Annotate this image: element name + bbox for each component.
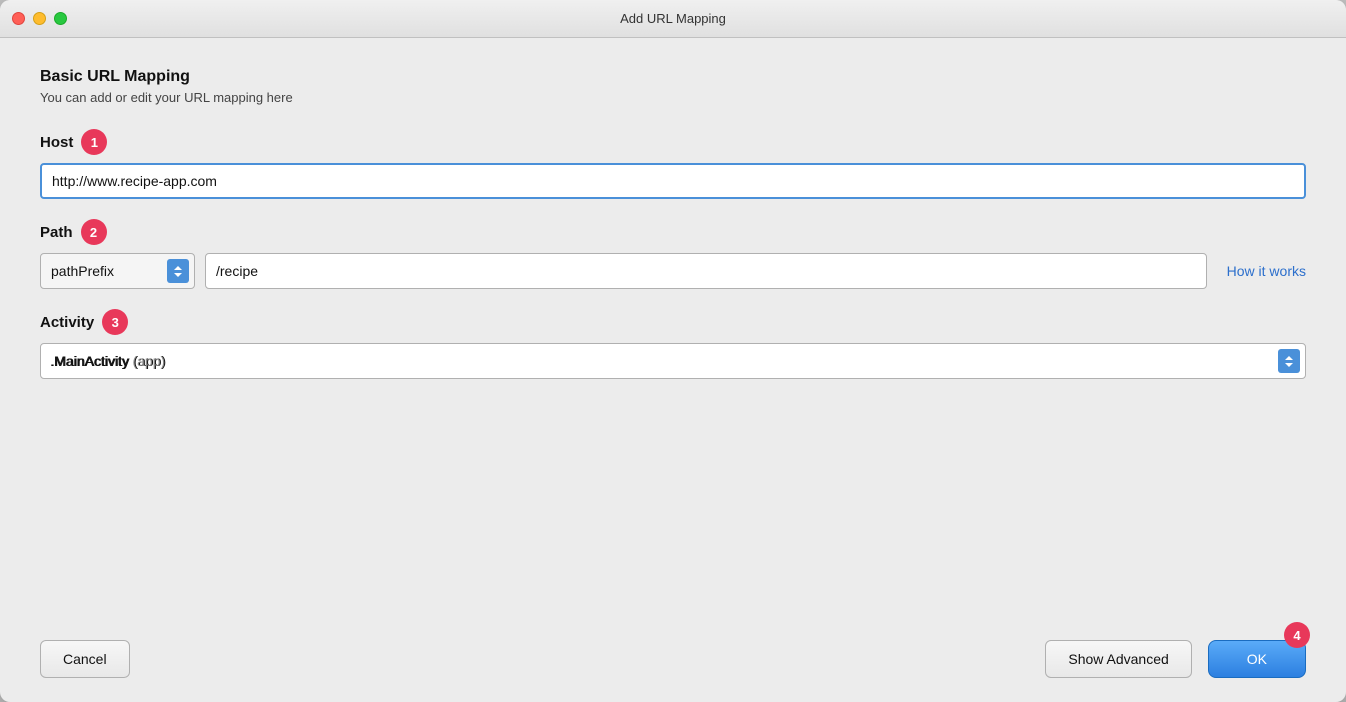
bottom-bar: Cancel Show Advanced 4 OK — [0, 624, 1346, 702]
path-step-badge: 2 — [81, 219, 107, 245]
app-window: Add URL Mapping Basic URL Mapping You ca… — [0, 0, 1346, 702]
minimize-button[interactable] — [33, 12, 46, 25]
how-it-works-link[interactable]: How it works — [1227, 263, 1306, 279]
activity-field-group: Activity 3 .MainActivity (app) .MainActi… — [40, 309, 1306, 379]
section-title: Basic URL Mapping — [40, 68, 1306, 86]
main-content: Basic URL Mapping You can add or edit yo… — [0, 38, 1346, 624]
path-label-row: Path 2 — [40, 219, 1306, 245]
path-row: pathPrefix pathLiteral pathPattern How i… — [40, 253, 1306, 289]
traffic-lights — [12, 12, 67, 25]
close-button[interactable] — [12, 12, 25, 25]
path-label: Path — [40, 224, 73, 241]
path-type-select-wrapper: pathPrefix pathLiteral pathPattern — [40, 253, 195, 289]
spacer — [40, 399, 1306, 604]
activity-label-row: Activity 3 — [40, 309, 1306, 335]
activity-label: Activity — [40, 314, 94, 331]
path-type-select[interactable]: pathPrefix pathLiteral pathPattern — [40, 253, 195, 289]
right-buttons: Show Advanced 4 OK — [1045, 640, 1306, 678]
maximize-button[interactable] — [54, 12, 67, 25]
path-input[interactable] — [205, 253, 1207, 289]
path-field-group: Path 2 pathPrefix pathLiteral pathPatter… — [40, 219, 1306, 289]
host-label: Host — [40, 134, 73, 151]
ok-step-badge: 4 — [1284, 622, 1310, 648]
title-bar: Add URL Mapping — [0, 0, 1346, 38]
host-step-badge: 1 — [81, 129, 107, 155]
host-label-row: Host 1 — [40, 129, 1306, 155]
activity-select[interactable]: .MainActivity (app) — [40, 343, 1306, 379]
activity-select-wrapper: .MainActivity (app) .MainActivity (app) — [40, 343, 1306, 379]
ok-button-wrapper: 4 OK — [1208, 640, 1306, 678]
host-field-group: Host 1 — [40, 129, 1306, 199]
show-advanced-button[interactable]: Show Advanced — [1045, 640, 1191, 678]
section-subtitle: You can add or edit your URL mapping her… — [40, 90, 1306, 105]
host-input[interactable] — [40, 163, 1306, 199]
cancel-button[interactable]: Cancel — [40, 640, 130, 678]
activity-step-badge: 3 — [102, 309, 128, 335]
window-title: Add URL Mapping — [620, 11, 726, 26]
